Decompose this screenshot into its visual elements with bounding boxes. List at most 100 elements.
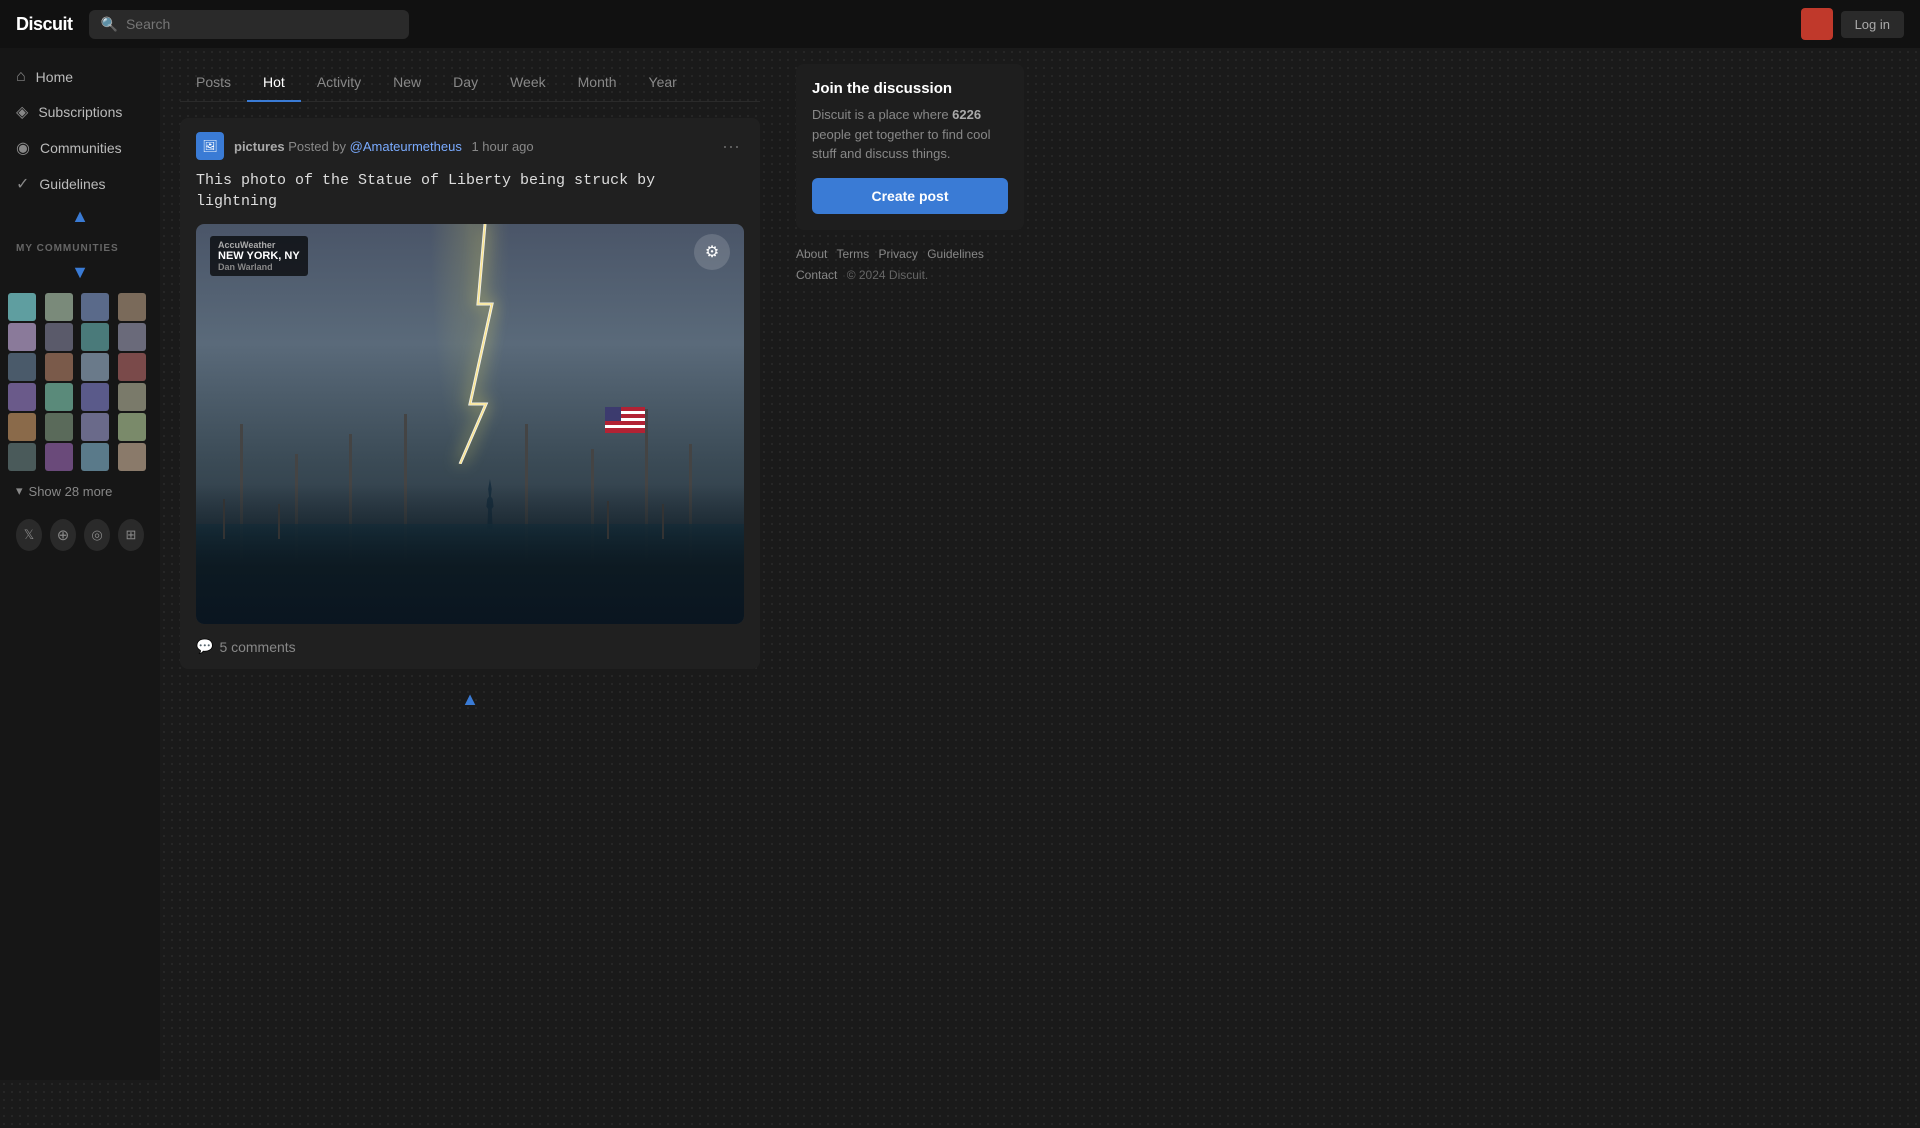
layout: ⌂ Home ◈ Subscriptions ◉ Communities ✓ G… [0,48,1920,1080]
social-icons: 𝕏 ⊕ ◎ ⊞ [0,511,160,559]
weather-person: Dan Warland [218,262,300,272]
communities-grid [0,289,160,475]
community-thumb[interactable] [45,323,73,351]
footer-terms[interactable]: Terms [836,247,869,261]
sidebar-item-label: Subscriptions [38,104,122,120]
community-thumb[interactable] [8,353,36,381]
community-thumb[interactable] [45,383,73,411]
search-input[interactable] [126,16,397,32]
topnav: Discuit 🔍 Log in [0,0,1920,48]
street-lamp-4 [662,504,664,539]
community-thumb[interactable] [81,353,109,381]
footer-copyright: © 2024 Discuit. [847,268,929,282]
poster-name[interactable]: @Amateurmetheus [350,139,462,154]
github-button[interactable]: ◎ [84,519,110,551]
join-box: Join the discussion Discuit is a place w… [796,64,1024,230]
community-thumb[interactable] [8,383,36,411]
bookmark-button[interactable]: ⊞ [118,519,144,551]
tab-year[interactable]: Year [633,64,693,102]
show-more-button[interactable]: ▾ Show 28 more [0,475,160,507]
login-button[interactable]: Log in [1841,11,1904,38]
post-more-button[interactable]: ··· [718,136,744,157]
tab-month[interactable]: Month [562,64,633,102]
comment-icon: 💬 [196,638,213,655]
community-thumb[interactable] [81,293,109,321]
community-thumb[interactable] [81,443,109,471]
avatar[interactable] [1801,8,1833,40]
weather-badge: AccuWeather NEW YORK, NY Dan Warland [210,236,308,276]
community-thumb[interactable] [118,293,146,321]
sidebar-item-label: Guidelines [39,176,105,192]
join-text-suffix: people get together to find cool stuff a… [812,127,991,162]
home-icon: ⌂ [16,68,26,86]
join-count: 6226 [952,107,981,122]
logo[interactable]: Discuit [16,14,73,35]
scroll-down-arrow[interactable]: ▼ [71,262,89,283]
create-post-button[interactable]: Create post [812,178,1008,214]
right-sidebar: Join the discussion Discuit is a place w… [780,48,1040,1080]
comments-button[interactable]: 💬 5 comments [196,638,296,655]
post-card: 🖼 pictures Posted by @Amateurmetheus 1 h… [180,118,760,669]
join-text-prefix: Discuit is a place where [812,107,952,122]
community-icon[interactable]: 🖼 [196,132,224,160]
street-lamp-3 [607,501,609,539]
community-thumb[interactable] [8,323,36,351]
search-bar[interactable]: 🔍 [89,10,409,39]
communities-icon: ◉ [16,138,30,158]
community-thumb[interactable] [118,383,146,411]
post-footer: 💬 5 comments [196,638,744,655]
footer-privacy[interactable]: Privacy [879,247,918,261]
community-thumb[interactable] [8,413,36,441]
tabs-bar: Posts Hot Activity New Day Week Month Ye… [180,64,760,102]
sidebar-item-label: Communities [40,140,122,156]
nav-right: Log in [1801,8,1904,40]
footer-guidelines[interactable]: Guidelines [927,247,984,261]
sidebar-item-communities[interactable]: ◉ Communities [0,130,160,166]
main-feed: Posts Hot Activity New Day Week Month Ye… [160,48,780,1080]
community-thumb[interactable] [45,443,73,471]
footer-contact[interactable]: Contact [796,268,837,282]
community-thumb[interactable] [8,443,36,471]
scroll-up-arrow[interactable]: ▲ [71,206,89,227]
join-description: Discuit is a place where 6226 people get… [812,105,1008,164]
community-thumb[interactable] [81,383,109,411]
lightning-bolt-svg [450,224,510,464]
footer-links: About Terms Privacy Guidelines Contact ©… [796,244,1024,287]
community-thumb[interactable] [45,293,73,321]
community-thumb[interactable] [118,413,146,441]
sidebar: ⌂ Home ◈ Subscriptions ◉ Communities ✓ G… [0,48,160,1080]
tab-week[interactable]: Week [494,64,562,102]
sidebar-item-home[interactable]: ⌂ Home [0,60,160,94]
street-lamp-1 [223,499,225,539]
tab-new[interactable]: New [377,64,437,102]
street-lamp-2 [278,504,280,539]
tab-hot[interactable]: Hot [247,64,301,102]
tab-day[interactable]: Day [437,64,494,102]
tab-activity[interactable]: Activity [301,64,377,102]
scroll-bottom-up-arrow[interactable]: ▲ [461,689,479,710]
community-thumb[interactable] [118,353,146,381]
sidebar-item-label: Home [36,69,73,85]
sidebar-item-guidelines[interactable]: ✓ Guidelines [0,166,160,202]
tab-posts[interactable]: Posts [180,64,247,102]
community-thumb[interactable] [118,443,146,471]
time-ago: 1 hour ago [471,139,533,154]
community-thumb[interactable] [45,353,73,381]
twitter-button[interactable]: 𝕏 [16,519,42,551]
weather-location: NEW YORK, NY [218,250,300,262]
discord-button[interactable]: ⊕ [50,519,76,551]
community-thumb[interactable] [45,413,73,441]
my-communities-label: MY COMMUNITIES [0,231,160,260]
community-name[interactable]: pictures [234,139,285,154]
community-thumb[interactable] [81,413,109,441]
post-header: 🖼 pictures Posted by @Amateurmetheus 1 h… [196,132,744,160]
footer-about[interactable]: About [796,247,827,261]
sidebar-item-subscriptions[interactable]: ◈ Subscriptions [0,94,160,130]
posted-by-label: Posted by [288,139,349,154]
community-thumb[interactable] [118,323,146,351]
search-icon: 🔍 [101,16,118,33]
post-image: AccuWeather NEW YORK, NY Dan Warland ⚙ [196,224,744,624]
chevron-down-icon: ▾ [16,483,23,499]
community-thumb[interactable] [8,293,36,321]
community-thumb[interactable] [81,323,109,351]
